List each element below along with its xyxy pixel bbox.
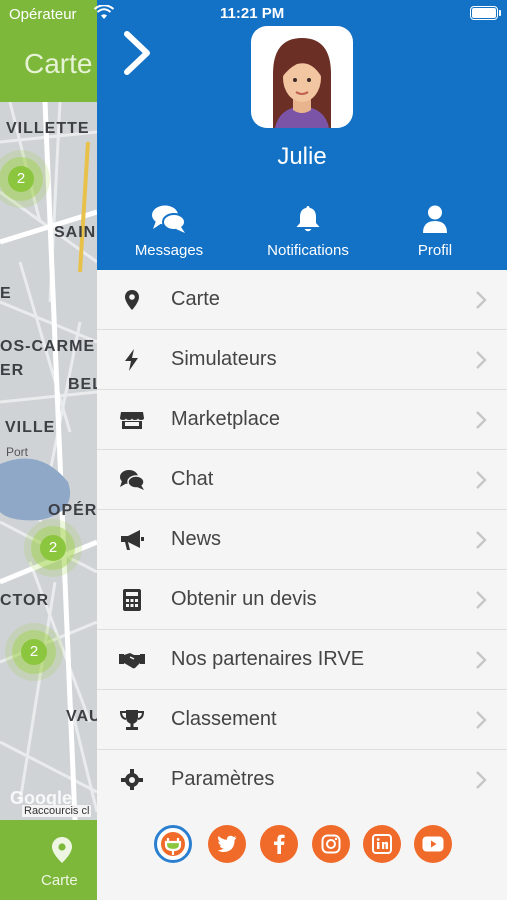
- profile-label: Profil: [417, 242, 453, 259]
- map-label: OPÉR: [48, 502, 97, 519]
- linkedin-link[interactable]: [363, 825, 401, 863]
- chevron-right-icon: [476, 411, 487, 429]
- menu-item-label: Carte: [171, 288, 220, 310]
- messages-button[interactable]: Messages: [114, 205, 224, 265]
- map-label: ER: [0, 362, 25, 379]
- menu-item-classement[interactable]: Classement: [97, 690, 507, 750]
- chevron-right-icon: [476, 351, 487, 369]
- trophy-icon: [119, 710, 145, 730]
- user-name: Julie: [277, 143, 327, 170]
- profile-button[interactable]: Profil: [380, 205, 490, 265]
- battery-icon: [470, 6, 501, 20]
- app-logo-icon: [161, 832, 185, 856]
- drawer-header: Julie Messages Notifications Profil: [97, 0, 507, 270]
- notifications-button[interactable]: Notifications: [253, 205, 363, 265]
- map-label: OS-CARME: [0, 338, 96, 355]
- instagram-icon: [321, 834, 341, 854]
- facebook-icon: [274, 834, 285, 854]
- avatar[interactable]: [251, 26, 353, 128]
- background-map-screen: Carte VILLETTE SAIN E OS-CARME ER BEL VI…: [0, 0, 97, 900]
- chevron-right-icon: [476, 471, 487, 489]
- chat-icon: [120, 470, 145, 490]
- gear-icon: [121, 769, 143, 790]
- chevron-right-icon: [476, 591, 487, 609]
- menu-item-simulateurs[interactable]: Simulateurs: [97, 330, 507, 390]
- map-view[interactable]: VILLETTE SAIN E OS-CARME ER BEL VILLE Po…: [0, 102, 97, 820]
- chevron-right-icon[interactable]: [119, 28, 159, 78]
- menu-item-label: News: [171, 528, 222, 550]
- menu-item-label: Paramètres: [171, 768, 275, 790]
- chevron-right-icon: [476, 291, 487, 309]
- twitter-link[interactable]: [208, 825, 246, 863]
- messages-label: Messages: [134, 242, 204, 259]
- megaphone-icon: [121, 530, 144, 550]
- map-label: CTOR: [0, 592, 50, 609]
- keyboard-shortcuts-link[interactable]: Raccourcis cl: [22, 805, 92, 817]
- tab-carte[interactable]: Carte: [41, 872, 78, 889]
- menu-item-label: Classement: [171, 708, 277, 730]
- map-label: VAU: [66, 708, 97, 725]
- chevron-right-icon: [476, 531, 487, 549]
- menu-item-carte[interactable]: Carte: [97, 270, 507, 330]
- app-logo-link[interactable]: [154, 825, 192, 863]
- map-label: VILLE: [5, 419, 56, 436]
- map-pin-icon[interactable]: [52, 837, 72, 863]
- menu-item-news[interactable]: News: [97, 510, 507, 570]
- map-label: SAIN: [54, 224, 97, 241]
- notifications-label: Notifications: [267, 242, 349, 259]
- map-label: BEL: [68, 376, 97, 393]
- menu-item-label: Nos partenaires IRVE: [171, 648, 365, 670]
- menu-item-devis[interactable]: Obtenir un devis: [97, 570, 507, 630]
- instagram-link[interactable]: [312, 825, 350, 863]
- menu-item-label: Simulateurs: [171, 348, 277, 370]
- side-drawer: Julie Messages Notifications Profil Cart…: [97, 0, 507, 900]
- chevron-right-icon: [476, 771, 487, 789]
- map-cluster[interactable]: 2: [40, 535, 66, 561]
- handshake-icon: [119, 653, 145, 669]
- status-carrier: Opérateur: [9, 6, 77, 23]
- menu-item-partenaires[interactable]: Nos partenaires IRVE: [97, 630, 507, 690]
- menu-item-label: Marketplace: [171, 408, 280, 430]
- map-label: VILLETTE: [6, 120, 90, 137]
- status-time: 11:21 PM: [220, 5, 285, 22]
- bell-icon: [296, 206, 320, 232]
- youtube-icon: [422, 836, 444, 852]
- menu-item-marketplace[interactable]: Marketplace: [97, 390, 507, 450]
- calculator-icon: [123, 589, 141, 611]
- wifi-icon: [94, 5, 114, 19]
- menu-item-parametres[interactable]: Paramètres: [97, 750, 507, 790]
- drawer-menu: Carte Simulateurs Marketplace Chat News …: [97, 270, 507, 790]
- youtube-link[interactable]: [414, 825, 452, 863]
- menu-item-label: Obtenir un devis: [171, 588, 317, 610]
- chat-icon: [152, 205, 186, 233]
- map-cluster[interactable]: 2: [8, 166, 34, 192]
- menu-item-label: Chat: [171, 468, 214, 490]
- menu-item-chat[interactable]: Chat: [97, 450, 507, 510]
- map-label: Port: [6, 445, 29, 459]
- user-avatar-illustration: [273, 38, 331, 128]
- user-icon: [423, 205, 447, 233]
- map-cluster[interactable]: 2: [21, 639, 47, 665]
- map-label: E: [0, 285, 12, 302]
- chevron-right-icon: [476, 711, 487, 729]
- facebook-link[interactable]: [260, 825, 298, 863]
- chevron-right-icon: [476, 651, 487, 669]
- twitter-icon: [217, 835, 237, 852]
- linkedin-icon: [372, 834, 392, 854]
- map-pin-icon: [125, 290, 139, 310]
- social-links: [97, 790, 507, 900]
- map-title: Carte: [24, 48, 93, 79]
- lightning-icon: [125, 349, 138, 371]
- store-icon: [120, 412, 144, 429]
